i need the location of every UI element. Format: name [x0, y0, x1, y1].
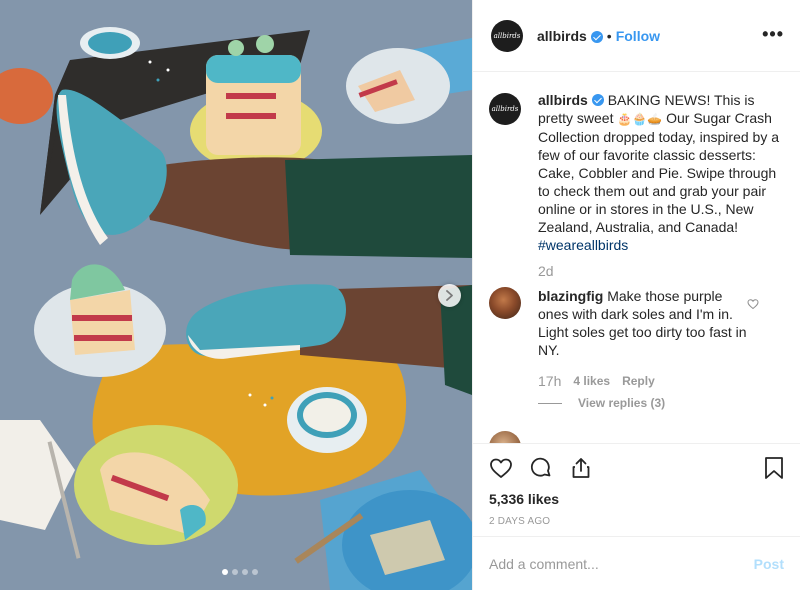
view-replies-button[interactable]: View replies (3) [538, 396, 665, 410]
likes-count[interactable]: 5,336 likes [489, 491, 559, 507]
comment-meta: 17h 4 likes Reply [538, 373, 655, 389]
caption-age[interactable]: 2d [538, 263, 554, 279]
comment-username[interactable]: blazingfig [538, 288, 603, 304]
post-caption: allbirds allbirds BAKING NEWS! This is p… [489, 91, 780, 254]
post-sidebar: allbirds allbirds • Follow ••• allbirds … [472, 0, 800, 590]
hashtag-link[interactable]: #weareallbirds [538, 237, 628, 253]
post-photo[interactable] [0, 0, 472, 590]
carousel-indicators [222, 569, 258, 575]
carousel-dot [242, 569, 248, 575]
comment-likes-count[interactable]: 4 likes [573, 374, 610, 388]
post-date[interactable]: 2 DAYS AGO [489, 516, 550, 527]
carousel-dot-active [222, 569, 228, 575]
caption-body-end: Our Sugar Crash Collection dropped today… [538, 110, 780, 235]
commenter-avatar[interactable] [489, 431, 521, 443]
avatar-logo-text: allbirds [491, 105, 519, 113]
caption-avatar[interactable]: allbirds [489, 93, 521, 125]
chevron-right-icon [446, 290, 453, 301]
post-actions: 5,336 likes 2 DAYS AGO [473, 443, 800, 527]
photo-scene [0, 0, 472, 590]
carousel-dot [252, 569, 258, 575]
replies-divider [538, 402, 562, 404]
carousel-dot [232, 569, 238, 575]
caption-emojis: 🎂🧁🥧 [617, 112, 663, 126]
more-options-icon[interactable]: ••• [762, 25, 784, 43]
account-avatar[interactable]: allbirds [491, 19, 523, 52]
next-slide-button[interactable] [438, 284, 461, 307]
follow-button[interactable]: Follow [616, 28, 660, 44]
verified-badge-icon [591, 94, 604, 106]
verified-badge-icon [590, 30, 603, 43]
share-icon[interactable] [569, 456, 593, 485]
instagram-post: allbirds allbirds • Follow ••• allbirds … [0, 0, 800, 590]
post-header: allbirds allbirds • Follow ••• [473, 0, 800, 72]
comments-section[interactable]: allbirds allbirds BAKING NEWS! This is p… [473, 73, 800, 443]
post-comment-button[interactable]: Post [754, 556, 784, 572]
bookmark-icon[interactable] [764, 456, 784, 485]
comment-icon[interactable] [529, 456, 553, 485]
comment-text: blazingfig Make those purple ones with d… [538, 287, 748, 359]
reply-button[interactable]: Reply [622, 374, 655, 388]
action-icons [489, 456, 593, 485]
comment-input[interactable] [489, 555, 754, 572]
avatar-logo-text: allbirds [493, 31, 521, 40]
heart-icon[interactable] [489, 456, 513, 485]
separator-dot: • [606, 27, 612, 44]
caption-username[interactable]: allbirds [538, 92, 588, 108]
comment-time[interactable]: 17h [538, 373, 561, 389]
account-username[interactable]: allbirds [537, 28, 587, 44]
add-comment-bar: Post [473, 536, 800, 590]
comment-item-partial [489, 431, 521, 443]
caption-text: allbirds BAKING NEWS! This is pretty swe… [538, 91, 780, 254]
view-replies-label: View replies (3) [578, 396, 666, 410]
comment-item: blazingfig Make those purple ones with d… [489, 287, 789, 359]
comment-like-heart-icon[interactable] [747, 297, 759, 315]
commenter-avatar[interactable] [489, 287, 521, 319]
